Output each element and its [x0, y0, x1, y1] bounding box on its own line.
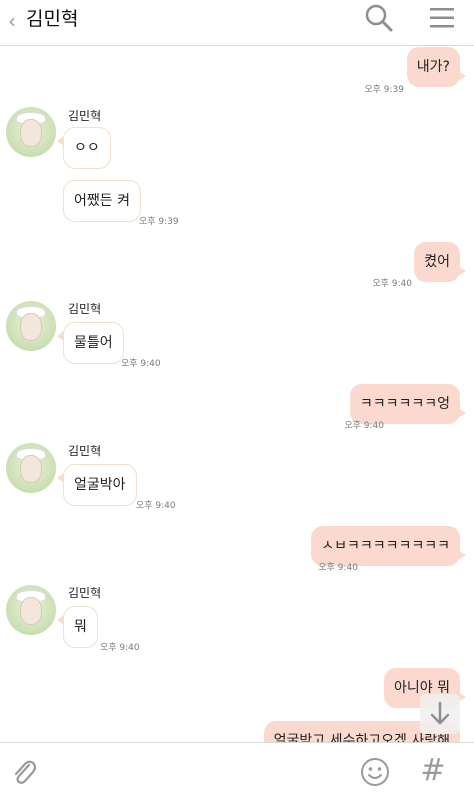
- message-list[interactable]: 내가? 오후 9:39 김민혁 ㅇㅇ 어쨌든 켜 오후 9:39 켰어 오후 9…: [0, 47, 474, 742]
- emoji-icon: [361, 758, 389, 786]
- chevron-left-icon: ‹: [8, 9, 16, 33]
- chat-header: ‹ 김민혁: [0, 0, 474, 46]
- sender-name: 김민혁: [68, 586, 102, 600]
- sender-name: 김민혁: [68, 444, 102, 458]
- other-message-bubble[interactable]: 얼굴박아: [57, 464, 137, 506]
- message-time: 오후 9:40: [100, 643, 140, 653]
- menu-button[interactable]: [430, 7, 454, 29]
- avatar[interactable]: [6, 443, 56, 493]
- other-message-bubble[interactable]: 물틀어: [57, 322, 124, 364]
- message-time: 오후 9:39: [364, 85, 404, 95]
- message-time: 오후 9:40: [136, 501, 176, 511]
- my-message-bubble[interactable]: 내가?: [406, 47, 467, 87]
- attach-button[interactable]: [10, 757, 38, 787]
- hamburger-menu-icon: [430, 8, 454, 28]
- avatar[interactable]: [6, 301, 56, 351]
- message-time: 오후 9:40: [372, 279, 412, 289]
- message-time: 오후 9:40: [344, 421, 384, 431]
- hashtag-button[interactable]: #: [420, 753, 446, 789]
- paperclip-icon: [14, 760, 37, 784]
- other-message-bubble[interactable]: ㅇㅇ: [57, 127, 111, 169]
- other-message-bubble[interactable]: 어쨌든 켜: [63, 180, 141, 222]
- avatar[interactable]: [6, 585, 56, 635]
- my-message-bubble[interactable]: 켰어: [414, 242, 466, 282]
- search-icon: [365, 4, 393, 32]
- arrow-down-icon: [430, 701, 450, 725]
- message-time: 오후 9:39: [139, 217, 179, 227]
- message-time: 오후 9:40: [121, 359, 161, 369]
- emoji-button[interactable]: [360, 757, 390, 787]
- sender-name: 김민혁: [68, 109, 102, 123]
- sender-name: 김민혁: [68, 302, 102, 316]
- input-bar: #: [0, 742, 474, 800]
- hashtag-icon: #: [420, 753, 446, 788]
- back-button[interactable]: ‹: [4, 8, 20, 34]
- search-button[interactable]: [364, 3, 394, 33]
- other-message-bubble[interactable]: 뭐: [57, 606, 98, 648]
- chat-title: 김민혁: [26, 8, 79, 30]
- scroll-to-bottom-button[interactable]: [420, 694, 460, 734]
- avatar[interactable]: [6, 107, 56, 157]
- message-time: 오후 9:40: [318, 563, 358, 573]
